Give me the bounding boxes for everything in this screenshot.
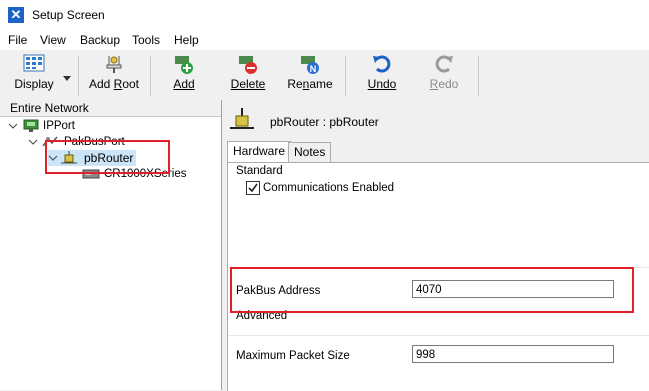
toolbar-separator [478, 56, 479, 96]
tree-header: Entire Network [0, 100, 221, 117]
menu-bar: File View Backup Tools Help [0, 30, 649, 50]
communications-enabled-label: Communications Enabled [263, 182, 395, 194]
toolbar: Display Add Root Add Delete N Rename Und… [0, 50, 649, 101]
highlight-box [230, 267, 634, 313]
toolbar-separator [78, 56, 79, 96]
redo-icon [435, 55, 453, 73]
display-button[interactable]: Display [8, 53, 60, 97]
rename-label: Rename [287, 77, 333, 91]
tree-header-label: Entire Network [10, 101, 89, 115]
undo-label: Undo [367, 77, 397, 91]
maximum-packet-size-label: Maximum Packet Size [236, 350, 350, 362]
redo-button[interactable]: Redo [424, 53, 464, 97]
chevron-down-icon[interactable] [28, 137, 38, 147]
add-root-label: Add Root [88, 77, 140, 91]
add-root-icon [106, 56, 122, 73]
title-bar: ✕ Setup Screen [0, 0, 649, 30]
undo-icon [373, 55, 391, 73]
menu-view[interactable]: View [40, 33, 66, 47]
chevron-down-icon[interactable] [8, 121, 18, 131]
menu-help[interactable]: Help [174, 33, 199, 47]
router-icon [230, 108, 254, 129]
display-icon [23, 54, 45, 72]
app-icon: ✕ [8, 7, 24, 23]
rename-button[interactable]: N Rename [286, 53, 334, 97]
redo-label: Redo [429, 77, 459, 91]
add-label: Add [173, 77, 195, 91]
tab-notes[interactable]: Notes [288, 142, 332, 162]
window-title: Setup Screen [32, 8, 105, 22]
highlight-box [45, 140, 170, 174]
add-root-button[interactable]: Add Root [86, 53, 142, 97]
delete-button[interactable]: Delete [226, 53, 270, 97]
menu-tools[interactable]: Tools [132, 33, 160, 47]
undo-button[interactable]: Undo [362, 53, 402, 97]
toolbar-separator [150, 56, 151, 96]
network-tree[interactable]: Entire Network IPPort PakBusPort pbRoute… [0, 100, 222, 390]
delete-label: Delete [230, 77, 266, 91]
toolbar-separator [345, 56, 346, 96]
add-button[interactable]: Add [162, 53, 206, 97]
menu-file[interactable]: File [8, 33, 27, 47]
menu-backup[interactable]: Backup [80, 33, 120, 47]
tab-hardware[interactable]: Hardware [227, 141, 292, 163]
rename-icon: N [301, 56, 319, 74]
display-dropdown-arrow-icon[interactable] [63, 76, 71, 82]
network-port-icon [23, 119, 39, 132]
checkmark-icon [248, 183, 258, 193]
communications-enabled-checkbox[interactable] [246, 181, 260, 195]
delete-icon [239, 56, 257, 74]
tab-strip: Hardware Notes [222, 141, 649, 163]
device-title: pbRouter : pbRouter [270, 115, 379, 129]
maximum-packet-size-field[interactable]: 998 [412, 345, 614, 363]
display-label: Display [14, 77, 54, 91]
add-icon [175, 56, 193, 74]
standard-group-label: Standard [236, 165, 283, 177]
device-header: pbRouter : pbRouter [222, 100, 649, 140]
row-divider [228, 335, 649, 336]
tree-item-label: IPPort [43, 120, 75, 132]
svg-text:N: N [310, 64, 317, 74]
